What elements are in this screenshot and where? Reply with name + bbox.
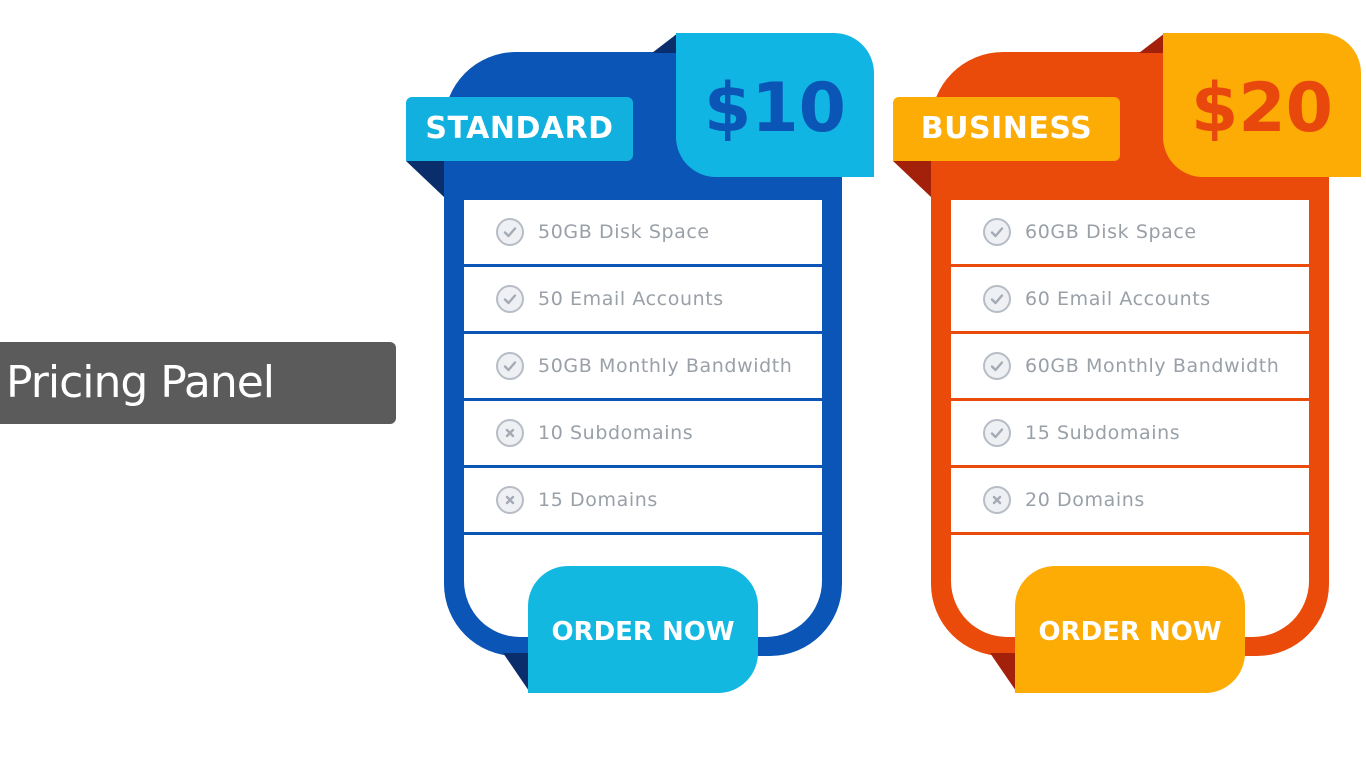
feature-item: 10 Subdomains <box>464 401 822 468</box>
feature-item: 50GB Disk Space <box>464 200 822 267</box>
feature-item: 50GB Monthly Bandwidth <box>464 334 822 401</box>
plan-name: STANDARD <box>406 97 633 161</box>
feature-label: 60GB Monthly Bandwidth <box>1025 355 1280 377</box>
check-icon <box>983 419 1011 447</box>
pricing-card-business: $20 BUSINESS 60GB Disk Space 60 Email Ac… <box>891 0 1366 768</box>
name-tab-fold <box>406 161 444 197</box>
price-tab-fold <box>1139 33 1165 53</box>
price-label: $20 <box>1163 33 1361 177</box>
feature-label: 50 Email Accounts <box>538 288 724 310</box>
feature-item: 60 Email Accounts <box>951 267 1309 334</box>
feature-label: 50GB Monthly Bandwidth <box>538 355 793 377</box>
check-icon <box>496 218 524 246</box>
check-icon <box>983 218 1011 246</box>
feature-label: 50GB Disk Space <box>538 221 710 243</box>
feature-label: 60GB Disk Space <box>1025 221 1197 243</box>
cross-icon <box>983 486 1011 514</box>
feature-item: 15 Subdomains <box>951 401 1309 468</box>
order-now-button[interactable]: ORDER NOW <box>528 566 758 693</box>
name-tab-fold <box>893 161 931 197</box>
order-button-fold <box>503 653 529 691</box>
feature-label: 15 Domains <box>538 489 658 511</box>
feature-label: 10 Subdomains <box>538 422 694 444</box>
price-tab-fold <box>652 33 678 53</box>
feature-item: 50 Email Accounts <box>464 267 822 334</box>
feature-label: 15 Subdomains <box>1025 422 1181 444</box>
order-now-button[interactable]: ORDER NOW <box>1015 566 1245 693</box>
price-label: $10 <box>676 33 874 177</box>
cross-icon <box>496 486 524 514</box>
feature-item: 60GB Disk Space <box>951 200 1309 267</box>
feature-item: 20 Domains <box>951 468 1309 535</box>
pricing-card-standard: $10 STANDARD 50GB Disk Space 50 Email Ac… <box>404 0 884 768</box>
check-icon <box>983 352 1011 380</box>
feature-label: 20 Domains <box>1025 489 1145 511</box>
feature-label: 60 Email Accounts <box>1025 288 1211 310</box>
plan-name: BUSINESS <box>893 97 1120 161</box>
feature-item: 60GB Monthly Bandwidth <box>951 334 1309 401</box>
check-icon <box>496 285 524 313</box>
cross-icon <box>496 419 524 447</box>
check-icon <box>496 352 524 380</box>
check-icon <box>983 285 1011 313</box>
page-title-badge: Pricing Panel Styles <box>0 342 396 490</box>
feature-item: 15 Domains <box>464 468 822 535</box>
order-button-fold <box>990 653 1016 691</box>
